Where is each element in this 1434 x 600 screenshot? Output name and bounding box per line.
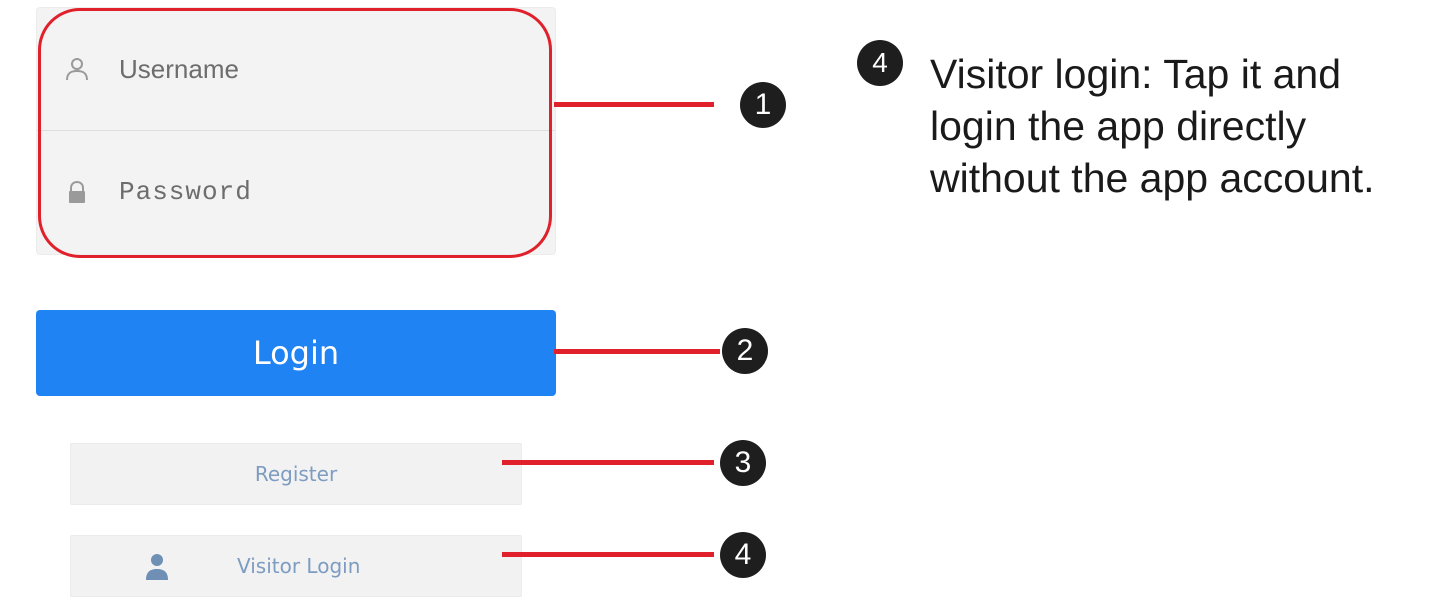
note-line: Visitor login: Tap it and [930,51,1342,97]
password-row[interactable] [37,131,555,253]
callout-badge-2: 2 [722,328,768,374]
visitor-login-label: Visitor Login [237,554,361,578]
register-label: Register [254,462,338,486]
login-form-card [37,8,555,254]
register-button[interactable]: Register [70,443,522,505]
callout-badge-1: 1 [740,82,786,128]
user-outline-icon [65,57,89,81]
visitor-login-button[interactable]: Visitor Login [70,535,522,597]
callout-line-2 [554,349,720,354]
visitor-person-icon [145,553,169,581]
visitor-login-note: Visitor login: Tap it and login the app … [930,48,1430,204]
username-row[interactable] [37,8,555,130]
note-line: login the app directly [930,103,1307,149]
lock-icon [65,180,89,204]
login-button[interactable]: Login [36,310,556,396]
note-badge: 4 [857,40,903,86]
callout-line-1 [554,102,714,107]
note-line: without the app account. [930,155,1375,201]
username-input[interactable] [119,53,499,85]
callout-line-4 [502,552,714,557]
password-input[interactable] [119,177,499,207]
callout-badge-4: 4 [720,532,766,578]
callout-line-3 [502,460,714,465]
callout-badge-3: 3 [720,440,766,486]
